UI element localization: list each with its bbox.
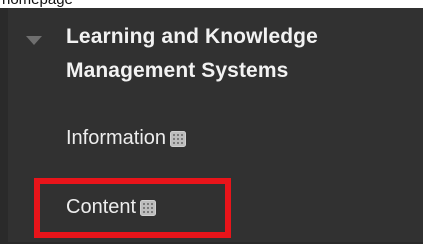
breadcrumb[interactable]: homepage bbox=[2, 0, 73, 8]
sidebar-border bbox=[0, 8, 8, 244]
menu-grid-icon[interactable] bbox=[170, 130, 187, 147]
course-title[interactable]: Learning and Knowledge Management System… bbox=[66, 20, 406, 88]
collapse-arrow-icon[interactable] bbox=[24, 33, 44, 47]
page-header-strip: homepage bbox=[0, 0, 423, 8]
sidebar-item-label: Information bbox=[66, 126, 167, 149]
sidebar-item-information[interactable]: Information bbox=[66, 125, 187, 151]
sidebar-item-content[interactable]: Content bbox=[66, 194, 157, 220]
course-menu-sidebar: Learning and Knowledge Management System… bbox=[0, 8, 423, 244]
sidebar-item-label: Content bbox=[66, 195, 137, 218]
menu-grid-icon[interactable] bbox=[140, 199, 157, 216]
